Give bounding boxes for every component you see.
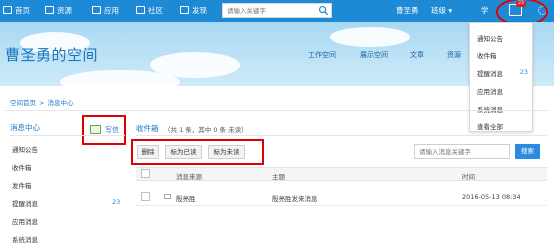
apps-icon bbox=[92, 6, 101, 14]
divider bbox=[5, 110, 549, 111]
nav-apps[interactable]: 应用 bbox=[92, 0, 119, 22]
top-nav-bar: 首页 资源 应用 社区 发现 曹圣勇 班级 ▾ 学 23 bbox=[0, 0, 554, 26]
dropdown-item-view-all[interactable]: 查看全部 bbox=[477, 121, 503, 131]
sidebar-title: 消息中心 bbox=[10, 123, 40, 132]
column-time: 时间 bbox=[462, 173, 475, 181]
breadcrumb-separator: > bbox=[39, 99, 45, 107]
breadcrumb-current: 消息中心 bbox=[47, 99, 74, 107]
sidebar-item-notice[interactable]: 通知公告 bbox=[12, 144, 38, 154]
breadcrumb-home[interactable]: 空间首页 bbox=[10, 99, 36, 107]
nav-resources[interactable]: 资源 bbox=[45, 0, 72, 22]
write-label: 写信 bbox=[105, 126, 119, 134]
select-all-checkbox[interactable] bbox=[141, 169, 150, 178]
row-time: 2016-05-13 08:34 bbox=[462, 193, 521, 201]
write-letter-icon bbox=[90, 125, 101, 134]
row-divider bbox=[136, 205, 547, 206]
sidebar-divider bbox=[10, 135, 125, 136]
dropdown-reminder-count: 23 bbox=[519, 68, 528, 76]
nav-discover[interactable]: 发现 bbox=[180, 0, 207, 22]
message-search-button[interactable]: 搜索 bbox=[515, 144, 540, 159]
study-menu[interactable]: 学 bbox=[481, 0, 489, 22]
user-name[interactable]: 曹圣勇 bbox=[396, 0, 419, 22]
link-work-space[interactable]: 工作空间 bbox=[308, 50, 336, 60]
sidebar-item-reminders[interactable]: 提醒消息 bbox=[12, 198, 38, 208]
column-source: 消息来源 bbox=[176, 173, 202, 181]
dropdown-item-system-messages[interactable]: 系统消息 bbox=[477, 104, 503, 114]
sidebar-item-outbox[interactable]: 发件箱 bbox=[12, 180, 32, 190]
mark-unread-button[interactable]: 标为未读 bbox=[208, 145, 245, 159]
nav-community[interactable]: 社区 bbox=[136, 0, 163, 22]
discover-icon bbox=[180, 6, 189, 14]
nav-home[interactable]: 首页 bbox=[3, 0, 30, 22]
sidebar-item-app-messages[interactable]: 应用消息 bbox=[12, 216, 38, 226]
global-search-input[interactable] bbox=[223, 4, 315, 17]
space-title: 曹圣勇的空间 bbox=[5, 46, 99, 64]
inbox-divider bbox=[136, 135, 547, 136]
dropdown-item-inbox[interactable]: 收件箱 bbox=[477, 50, 497, 60]
global-search bbox=[222, 3, 332, 18]
home-icon bbox=[3, 6, 12, 14]
sidebar-item-inbox[interactable]: 收件箱 bbox=[12, 162, 32, 172]
community-icon bbox=[136, 6, 145, 14]
inbox-title: 收件箱 bbox=[136, 124, 159, 133]
cloud-decoration bbox=[330, 27, 410, 47]
dropdown-item-app-messages[interactable]: 应用消息 bbox=[477, 86, 503, 96]
sidebar-item-system-messages[interactable]: 系统消息 bbox=[12, 234, 38, 244]
dropdown-item-reminders[interactable]: 提醒消息 bbox=[477, 68, 503, 78]
envelope-icon bbox=[164, 194, 171, 199]
class-menu[interactable]: 班级 ▾ bbox=[431, 0, 452, 22]
link-resources[interactable]: 资源 bbox=[447, 50, 461, 60]
column-subject: 主题 bbox=[272, 173, 285, 181]
mark-read-button[interactable]: 标为已读 bbox=[165, 145, 202, 159]
row-subject[interactable]: 殷亮胜发来消息 bbox=[272, 193, 318, 203]
delete-button[interactable]: 删除 bbox=[137, 145, 159, 159]
write-button[interactable]: 写信 bbox=[82, 115, 126, 145]
inbox-summary: （共 1 条，其中 0 条 未读） bbox=[164, 126, 248, 134]
link-showcase-space[interactable]: 展示空间 bbox=[360, 50, 388, 60]
message-search-input[interactable] bbox=[414, 144, 510, 159]
sidebar-reminder-count: 23 bbox=[112, 198, 121, 206]
resource-icon bbox=[45, 6, 54, 14]
dropdown-item-notice[interactable]: 通知公告 bbox=[477, 33, 503, 43]
message-dropdown: 通知公告 收件箱 提醒消息 23 应用消息 系统消息 查看全部 bbox=[469, 22, 533, 132]
row-checkbox[interactable] bbox=[141, 192, 150, 201]
breadcrumb: 空间首页 > 消息中心 bbox=[10, 97, 76, 107]
search-icon[interactable] bbox=[318, 5, 329, 16]
link-articles[interactable]: 文章 bbox=[410, 50, 424, 60]
row-source[interactable]: 殷亮胜 bbox=[176, 193, 196, 203]
